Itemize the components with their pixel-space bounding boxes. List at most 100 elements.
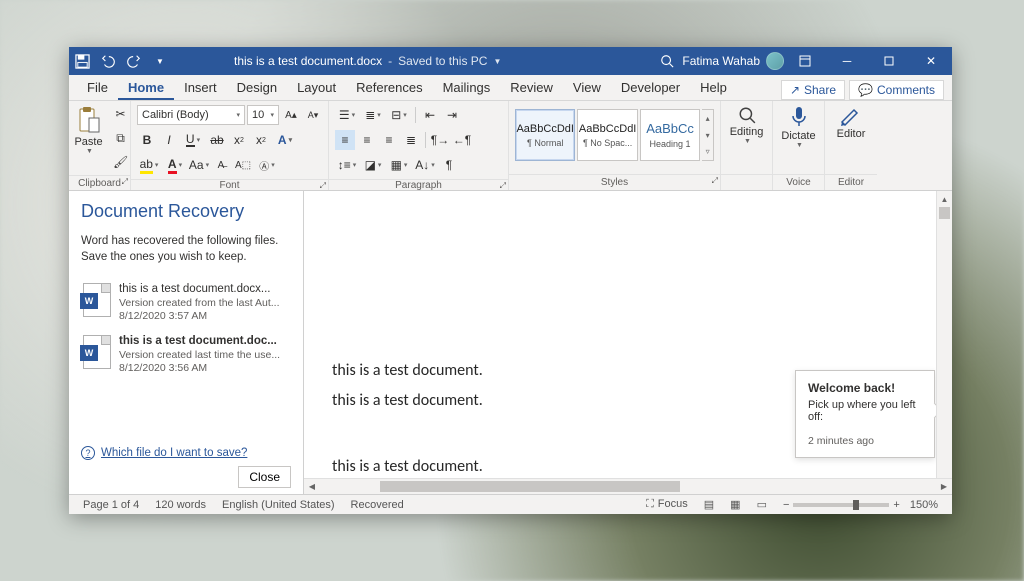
tab-view[interactable]: View — [563, 76, 611, 100]
status-language[interactable]: English (United States) — [214, 499, 343, 511]
style-nospacing[interactable]: AaBbCcDdI ¶ No Spac... — [577, 109, 637, 161]
undo-icon[interactable] — [95, 47, 121, 75]
multilevel-list-icon[interactable]: ⊟▾ — [387, 105, 411, 125]
horizontal-scrollbar[interactable]: ◀▶ — [304, 478, 952, 494]
align-left-icon[interactable]: ≡ — [335, 130, 355, 150]
zoom-control[interactable]: − + 150% — [775, 499, 946, 511]
document-canvas[interactable]: this is a test document. this is a test … — [304, 191, 952, 478]
status-words[interactable]: 120 words — [147, 499, 214, 511]
redo-icon[interactable] — [121, 47, 147, 75]
tab-mailings[interactable]: Mailings — [433, 76, 501, 100]
ltr-icon[interactable]: ¶→ — [430, 130, 450, 150]
web-layout-icon[interactable]: ▭ — [749, 498, 775, 511]
grow-font-icon[interactable]: A▴ — [281, 105, 301, 125]
justify-icon[interactable]: ≣ — [401, 130, 421, 150]
recovery-close-button[interactable]: Close — [238, 466, 291, 488]
change-case-icon[interactable]: Aa▾ — [189, 155, 209, 175]
copy-icon[interactable]: ⧉ — [111, 128, 131, 148]
close-button[interactable]: ✕ — [910, 47, 952, 75]
sort-icon[interactable]: A↓▾ — [413, 155, 437, 175]
dialog-launcher-icon[interactable]: ⤢ — [712, 176, 718, 186]
borders-icon[interactable]: ▦▾ — [387, 155, 411, 175]
line-spacing-icon[interactable]: ↕≡▾ — [335, 155, 359, 175]
group-paragraph-label: Paragraph — [395, 180, 442, 191]
focus-mode-button[interactable]: ⛶Focus — [638, 498, 696, 511]
document-recovery-pane: Document Recovery Word has recovered the… — [69, 191, 304, 494]
qat-dropdown-icon[interactable]: ▼ — [147, 47, 173, 75]
character-shading-icon[interactable]: A⬚ — [233, 155, 253, 175]
tab-references[interactable]: References — [346, 76, 432, 100]
save-location[interactable]: Saved to this PC — [398, 54, 487, 68]
tab-review[interactable]: Review — [500, 76, 563, 100]
tab-layout[interactable]: Layout — [287, 76, 346, 100]
maximize-button[interactable] — [868, 47, 910, 75]
style-normal[interactable]: AaBbCcDdI ¶ Normal — [515, 109, 575, 161]
tab-developer[interactable]: Developer — [611, 76, 690, 100]
zoom-slider[interactable] — [793, 503, 889, 507]
recovery-item[interactable]: W this is a test document.docx... Versio… — [81, 277, 291, 329]
tab-help[interactable]: Help — [690, 76, 737, 100]
font-name-combo[interactable]: Calibri (Body)▾ — [137, 105, 245, 125]
avatar[interactable] — [766, 52, 784, 70]
recovery-help-link[interactable]: ?Which file do I want to save? — [81, 446, 291, 460]
enclose-characters-icon[interactable]: Ⓐ▾ — [255, 155, 279, 175]
read-mode-icon[interactable]: ▤ — [696, 498, 722, 511]
style-heading1[interactable]: AaBbCc Heading 1 — [640, 109, 700, 161]
tab-file[interactable]: File — [77, 76, 118, 100]
ribbon-display-options-icon[interactable] — [784, 47, 826, 75]
shrink-font-icon[interactable]: A▾ — [303, 105, 323, 125]
document-title: this is a test document.docx — [234, 54, 382, 68]
show-paragraph-icon[interactable]: ¶ — [439, 155, 459, 175]
vertical-scrollbar[interactable]: ▲▼ — [936, 191, 952, 494]
comments-button[interactable]: 💬Comments — [849, 80, 944, 100]
minimize-button[interactable]: ─ — [826, 47, 868, 75]
title-bar: ▼ this is a test document.docx - Saved t… — [69, 47, 952, 75]
zoom-out-icon[interactable]: − — [783, 499, 789, 511]
dialog-launcher-icon[interactable]: ⤢ — [320, 181, 326, 191]
align-right-icon[interactable]: ≡ — [379, 130, 399, 150]
rtl-icon[interactable]: ←¶ — [452, 130, 472, 150]
save-icon[interactable] — [69, 47, 95, 75]
dictate-button[interactable]: Dictate▼ — [775, 104, 821, 151]
underline-button[interactable]: U▾ — [181, 130, 205, 150]
zoom-in-icon[interactable]: + — [893, 499, 899, 511]
tab-design[interactable]: Design — [227, 76, 287, 100]
tab-home[interactable]: Home — [118, 76, 174, 100]
bullets-icon[interactable]: ☰▾ — [335, 105, 359, 125]
paste-button[interactable]: Paste ▼ — [68, 104, 108, 157]
format-painter-icon[interactable]: 🖌 — [111, 152, 131, 172]
align-center-icon[interactable]: ≡ — [357, 130, 377, 150]
styles-gallery-more[interactable]: ▴▾▿ — [702, 109, 714, 161]
status-page[interactable]: Page 1 of 4 — [75, 499, 147, 511]
strikethrough-button[interactable]: ab — [207, 130, 227, 150]
ribbon-tabs: File Home Insert Design Layout Reference… — [69, 75, 952, 101]
group-font-label: Font — [219, 180, 239, 191]
recovery-item[interactable]: W this is a test document.doc... Version… — [81, 329, 291, 381]
decrease-indent-icon[interactable]: ⇤ — [420, 105, 440, 125]
search-box[interactable] — [562, 54, 682, 68]
zoom-level[interactable]: 150% — [910, 499, 938, 511]
text-effects-icon[interactable]: A▾ — [273, 130, 297, 150]
editing-button[interactable]: Editing▼ — [724, 104, 770, 147]
dialog-launcher-icon[interactable]: ⤢ — [122, 177, 128, 187]
share-button[interactable]: ↗Share — [781, 80, 845, 100]
numbering-icon[interactable]: ≣▾ — [361, 105, 385, 125]
clear-formatting-icon[interactable]: A̶ — [211, 155, 231, 175]
group-clipboard-label: Clipboard — [78, 178, 121, 189]
subscript-button[interactable]: x2 — [229, 130, 249, 150]
bold-button[interactable]: B — [137, 130, 157, 150]
dialog-launcher-icon[interactable]: ⤢ — [500, 181, 506, 191]
font-color-icon[interactable]: A▾ — [163, 155, 187, 175]
shading-icon[interactable]: ◪▾ — [361, 155, 385, 175]
font-size-combo[interactable]: 10▾ — [247, 105, 279, 125]
editor-button[interactable]: Editor — [831, 104, 872, 142]
increase-indent-icon[interactable]: ⇥ — [442, 105, 462, 125]
tab-insert[interactable]: Insert — [174, 76, 227, 100]
account-user[interactable]: Fatima Wahab — [682, 54, 760, 68]
italic-button[interactable]: I — [159, 130, 179, 150]
resume-reading-toast[interactable]: Welcome back! Pick up where you left off… — [795, 370, 935, 458]
print-layout-icon[interactable]: ▦ — [722, 498, 748, 511]
highlight-icon[interactable]: ab▾ — [137, 155, 161, 175]
superscript-button[interactable]: x2 — [251, 130, 271, 150]
cut-icon[interactable]: ✂ — [111, 104, 131, 124]
